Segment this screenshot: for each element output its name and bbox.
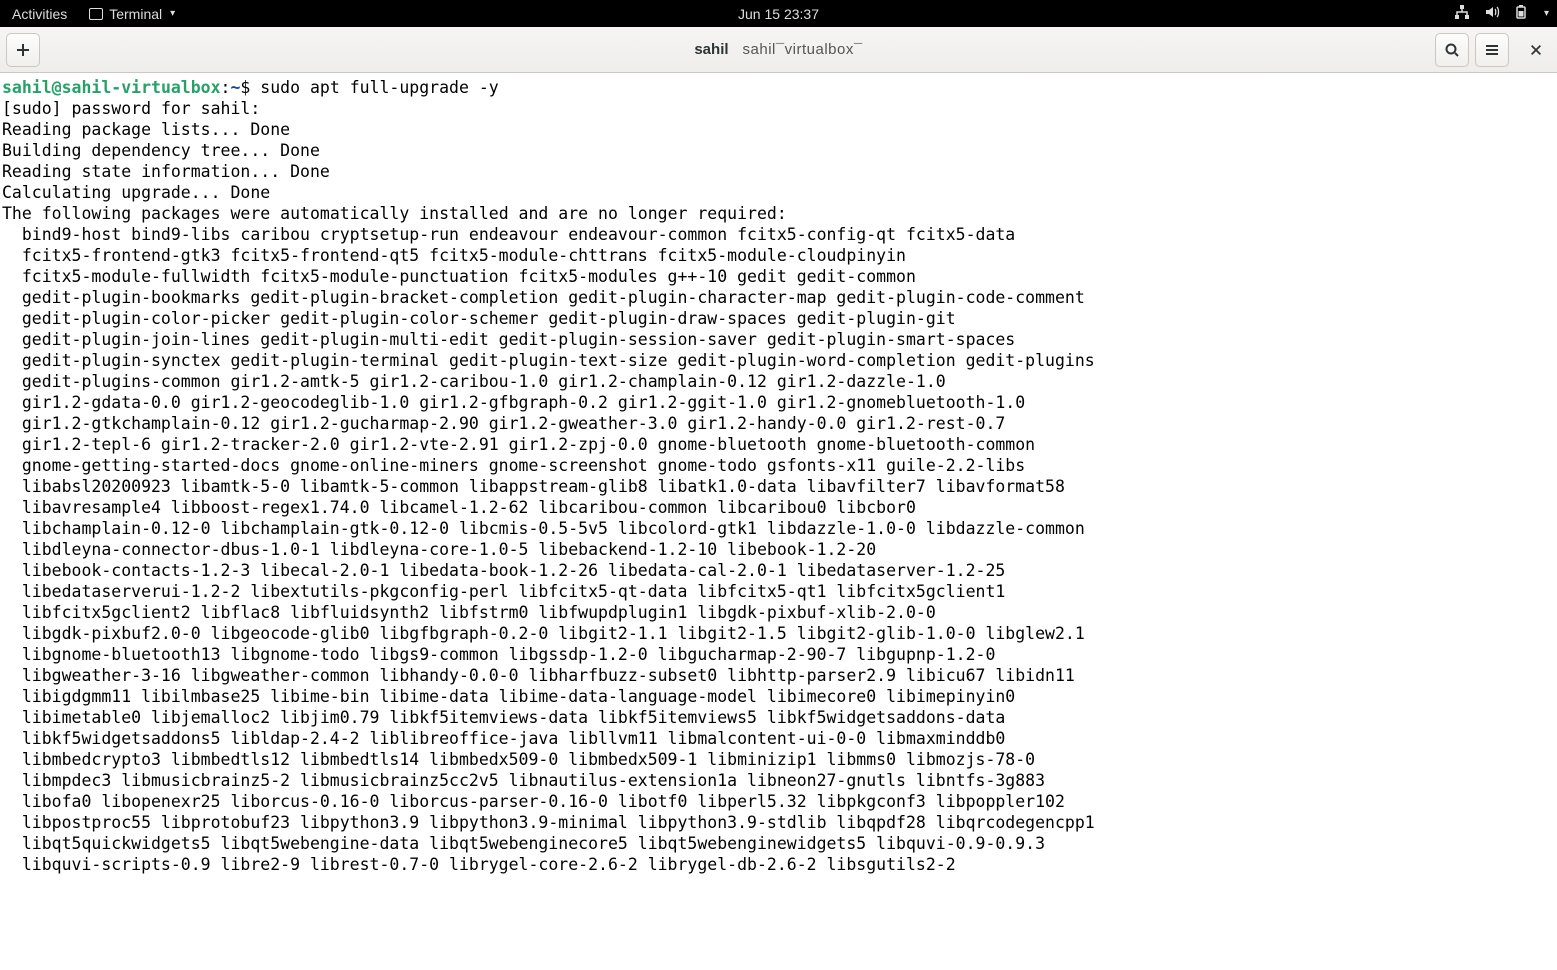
package-list-line: libdleyna-connector-dbus-1.0-1 libdleyna… — [2, 539, 1555, 560]
system-menu-caret-icon[interactable]: ▾ — [1544, 8, 1549, 19]
package-list-line: gedit-plugin-color-picker gedit-plugin-c… — [2, 308, 1555, 329]
prompt-line: sahil@sahil-virtualbox:~$ sudo apt full-… — [2, 77, 1555, 98]
package-list-line: fcitx5-frontend-gtk3 fcitx5-frontend-qt5… — [2, 245, 1555, 266]
output-line: The following packages were automaticall… — [2, 203, 1555, 224]
package-list-line: gedit-plugin-synctex gedit-plugin-termin… — [2, 350, 1555, 371]
package-list-line: libavresample4 libboost-regex1.74.0 libc… — [2, 497, 1555, 518]
package-list-line: gnome-getting-started-docs gnome-online-… — [2, 455, 1555, 476]
network-icon[interactable] — [1454, 4, 1470, 23]
package-list-line: libquvi-scripts-0.9 libre2-9 librest-0.7… — [2, 854, 1555, 875]
package-list-line: gedit-plugins-common gir1.2-amtk-5 gir1.… — [2, 371, 1555, 392]
activities-button[interactable]: Activities — [8, 6, 71, 22]
terminal-output[interactable]: sahil@sahil-virtualbox:~$ sudo apt full-… — [0, 73, 1557, 970]
package-list-line: gedit-plugin-bookmarks gedit-plugin-brac… — [2, 287, 1555, 308]
package-list-line: libebook-contacts-1.2-3 libecal-2.0-1 li… — [2, 560, 1555, 581]
package-list-line: libgdk-pixbuf2.0-0 libgeocode-glib0 libg… — [2, 623, 1555, 644]
app-menu-label: Terminal — [109, 6, 162, 22]
command-text: sudo apt full-upgrade -y — [260, 78, 498, 97]
volume-icon[interactable] — [1484, 4, 1500, 23]
package-list-line: libedataserverui-1.2-2 libextutils-pkgco… — [2, 581, 1555, 602]
package-list-line: libimetable0 libjemalloc2 libjim0.79 lib… — [2, 707, 1555, 728]
window-title-sub: sahil¯virtualbox¯ — [743, 41, 863, 58]
prompt-path: ~ — [230, 78, 240, 97]
new-tab-button[interactable] — [6, 33, 40, 67]
package-list-line: libmbedcrypto3 libmbedtls12 libmbedtls14… — [2, 749, 1555, 770]
hamburger-menu-button[interactable] — [1475, 33, 1509, 67]
package-list-line: libigdgmm11 libilmbase25 libime-bin libi… — [2, 686, 1555, 707]
package-list-line: libabsl20200923 libamtk-5-0 libamtk-5-co… — [2, 476, 1555, 497]
output-line: Calculating upgrade... Done — [2, 182, 1555, 203]
package-list-line: bind9-host bind9-libs caribou cryptsetup… — [2, 224, 1555, 245]
clock[interactable]: Jun 15 23:37 — [738, 6, 819, 22]
output-line: [sudo] password for sahil: — [2, 98, 1555, 119]
app-menu[interactable]: Terminal ▾ — [89, 6, 175, 22]
package-list-line: gir1.2-gdata-0.0 gir1.2-geocodeglib-1.0 … — [2, 392, 1555, 413]
close-button[interactable] — [1521, 35, 1551, 65]
package-list-line: libmpdec3 libmusicbrainz5-2 libmusicbrai… — [2, 770, 1555, 791]
chevron-down-icon: ▾ — [170, 8, 175, 19]
window-title: sahil sahil¯virtualbox¯ — [694, 41, 862, 58]
package-list-line: gedit-plugin-join-lines gedit-plugin-mul… — [2, 329, 1555, 350]
output-line: Reading state information... Done — [2, 161, 1555, 182]
output-line: Reading package lists... Done — [2, 119, 1555, 140]
package-list-line: gir1.2-tepl-6 gir1.2-tracker-2.0 gir1.2-… — [2, 434, 1555, 455]
package-list-line: libgweather-3-16 libgweather-common libh… — [2, 665, 1555, 686]
package-list-line: libkf5widgetsaddons5 libldap-2.4-2 libli… — [2, 728, 1555, 749]
package-list-line: libfcitx5gclient2 libflac8 libfluidsynth… — [2, 602, 1555, 623]
battery-icon[interactable] — [1514, 4, 1530, 23]
package-list-line: fcitx5-module-fullwidth fcitx5-module-pu… — [2, 266, 1555, 287]
terminal-headerbar: sahil sahil¯virtualbox¯ — [0, 27, 1557, 73]
prompt-user-host: sahil@sahil-virtualbox — [2, 78, 221, 97]
terminal-icon — [89, 8, 103, 20]
output-line: Building dependency tree... Done — [2, 140, 1555, 161]
gnome-top-bar: Activities Terminal ▾ Jun 15 23:37 ▾ — [0, 0, 1557, 27]
package-list-line: libqt5quickwidgets5 libqt5webengine-data… — [2, 833, 1555, 854]
package-list-line: libchamplain-0.12-0 libchamplain-gtk-0.1… — [2, 518, 1555, 539]
package-list-line: libgnome-bluetooth13 libgnome-todo libgs… — [2, 644, 1555, 665]
window-title-main: sahil — [694, 41, 728, 58]
package-list-line: libpostproc55 libprotobuf23 libpython3.9… — [2, 812, 1555, 833]
search-button[interactable] — [1435, 33, 1469, 67]
package-list-line: gir1.2-gtkchamplain-0.12 gir1.2-gucharma… — [2, 413, 1555, 434]
package-list-line: libofa0 libopenexr25 liborcus-0.16-0 lib… — [2, 791, 1555, 812]
